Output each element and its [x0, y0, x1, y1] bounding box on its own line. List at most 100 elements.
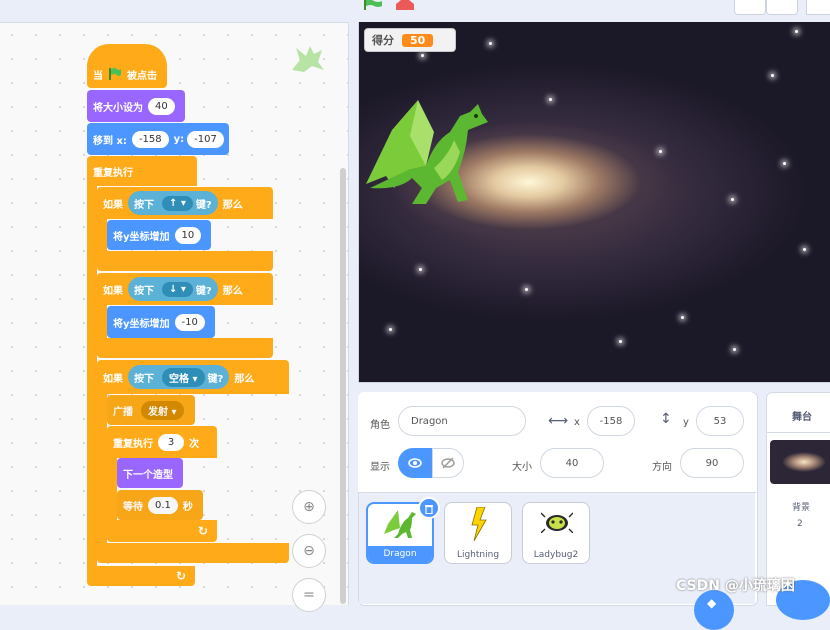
zoom-reset-button[interactable]: = — [292, 578, 326, 612]
small-stage-button[interactable] — [734, 0, 766, 15]
repeat-unit-label: 次 — [189, 438, 199, 450]
if-down-arm — [97, 305, 107, 339]
delete-sprite-button[interactable] — [418, 497, 440, 519]
y-value: 53 — [713, 415, 727, 427]
green-flag-icon — [109, 68, 121, 80]
change-y-down-input[interactable]: -10 — [174, 313, 205, 331]
green-flag-button[interactable] — [362, 0, 384, 10]
change-y-up-label: 将y坐标增加 — [113, 231, 170, 243]
wait-input[interactable]: 0.1 — [148, 496, 178, 514]
key-space-press-label: 按下 — [134, 373, 154, 385]
change-y-up-block[interactable]: 将y坐标增加 10 — [107, 220, 211, 250]
size-value: 40 — [565, 457, 579, 469]
key-down-dropdown[interactable]: ↓ ▾ — [162, 281, 193, 297]
if-down-if-label: 如果 — [103, 285, 123, 297]
large-stage-button[interactable] — [766, 0, 798, 15]
y-arrows-icon: ↕ — [660, 411, 672, 427]
score-monitor[interactable]: 得分 50 — [364, 28, 456, 52]
if-space-arm — [97, 394, 107, 544]
key-down-pressed-block[interactable]: 按下 ↓ ▾ 键? — [128, 277, 218, 301]
wait-block[interactable]: 等待 0.1 秒 — [117, 490, 203, 520]
zoom-out-button[interactable]: ⊖ — [292, 534, 326, 568]
sprite-name-value: Dragon — [411, 415, 448, 427]
broadcast-message-dropdown[interactable]: 发射 ▾ — [141, 400, 184, 420]
hide-sprite-button[interactable] — [432, 448, 464, 478]
zoom-in-button[interactable]: ⊕ — [292, 490, 326, 524]
key-space-dropdown[interactable]: 空格 ▾ — [162, 367, 205, 387]
key-space-pressed-block[interactable]: 按下 空格 ▾ 键? — [128, 365, 230, 389]
if-space-block-bottom — [97, 543, 289, 563]
forever-label-wrap: 重复执行 — [87, 156, 133, 186]
forever-label: 重复执行 — [93, 167, 133, 179]
y-input[interactable]: 53 — [696, 406, 744, 436]
set-size-input[interactable]: 40 — [148, 97, 175, 115]
cat-icon: ◆ — [707, 596, 717, 610]
repeat-arm — [107, 458, 117, 520]
if-space-then-label: 那么 — [234, 373, 255, 385]
trash-icon — [425, 504, 433, 514]
eye-icon — [408, 458, 422, 468]
change-y-up-input[interactable]: 10 — [174, 226, 202, 244]
wait-unit-label: 秒 — [182, 501, 193, 513]
broadcast-block[interactable]: 广播 发射 ▾ — [107, 395, 195, 425]
if-up-row: 如果 按下 ↑ ▾ 键? 那么 — [97, 187, 243, 219]
sprite-thumb-lightning[interactable]: Lightning — [444, 502, 512, 564]
sprite-name-input[interactable]: Dragon — [398, 406, 526, 436]
code-scrollbar[interactable] — [340, 168, 346, 604]
next-costume-block[interactable]: 下一个造型 — [117, 458, 183, 488]
stage-pane-title: 舞台 — [792, 412, 812, 423]
score-monitor-label: 得分 — [372, 34, 394, 47]
dragon-ghost-icon — [292, 46, 324, 72]
x-value: -158 — [599, 415, 623, 427]
x-label: x — [574, 417, 580, 428]
go-to-y-label: y: — [173, 133, 185, 145]
next-costume-label: 下一个造型 — [123, 469, 173, 481]
direction-input[interactable]: 90 — [680, 448, 744, 478]
zoom-in-icon: ⊕ — [303, 499, 315, 515]
stop-button[interactable] — [396, 0, 414, 10]
set-size-block[interactable]: 将大小设为 40 — [87, 90, 185, 122]
when-flag-clicked-block[interactable]: 当 被点击 — [87, 44, 167, 88]
repeat-row: 重复执行 3 次 — [107, 426, 202, 458]
change-y-down-block[interactable]: 将y坐标增加 -10 — [107, 306, 215, 338]
repeat-loop-arrow-icon: ↻ — [198, 524, 209, 538]
fullscreen-button[interactable] — [806, 0, 830, 15]
backdrop-thumbnail[interactable] — [770, 440, 830, 484]
forever-block-arm — [87, 186, 97, 568]
key-up-suffix: 键? — [195, 199, 212, 211]
choose-sprite-button[interactable]: ◆ — [694, 590, 734, 630]
key-down-value: ↓ — [169, 283, 178, 295]
dragon-sprite[interactable] — [364, 92, 500, 208]
go-to-x-input[interactable]: -158 — [131, 130, 169, 148]
stage-pane[interactable] — [766, 392, 830, 606]
repeat-label: 重复执行 — [113, 438, 153, 450]
zoom-reset-icon: = — [303, 587, 315, 603]
wait-label: 等待 — [123, 501, 143, 513]
score-monitor-value: 50 — [402, 33, 434, 47]
backdrop-label: 背景 — [792, 503, 811, 513]
size-input[interactable]: 40 — [540, 448, 604, 478]
show-sprite-button[interactable] — [398, 448, 432, 478]
if-down-block-bottom — [97, 338, 273, 358]
direction-value: 90 — [705, 457, 719, 469]
y-label: y — [683, 417, 689, 428]
show-label: 显示 — [370, 462, 390, 473]
sprite-thumb-ladybug2[interactable]: Ladybug2 — [522, 502, 590, 564]
x-input[interactable]: -158 — [587, 406, 635, 436]
key-down-suffix: 键? — [195, 285, 212, 297]
size-label: 大小 — [512, 462, 532, 473]
ladybug-thumb-icon — [541, 512, 573, 533]
key-space-suffix: 键? — [207, 373, 224, 385]
go-to-y-input[interactable]: -107 — [187, 130, 224, 148]
key-up-dropdown[interactable]: ↑ ▾ — [162, 195, 193, 211]
if-down-row: 如果 按下 ↓ ▾ 键? 那么 — [97, 273, 243, 305]
set-size-label: 将大小设为 — [93, 102, 143, 114]
if-up-then-label: 那么 — [222, 199, 243, 211]
repeat-count-input[interactable]: 3 — [158, 433, 184, 451]
broadcast-message-value: 发射 — [148, 406, 168, 418]
go-to-xy-block[interactable]: 移到 x: -158 y: -107 — [87, 123, 229, 155]
when-flag-pre: 当 — [93, 70, 103, 82]
sprite-thumb-dragon-label: Dragon — [368, 546, 432, 562]
key-up-press-label: 按下 — [134, 199, 154, 211]
key-up-pressed-block[interactable]: 按下 ↑ ▾ 键? — [128, 191, 218, 215]
